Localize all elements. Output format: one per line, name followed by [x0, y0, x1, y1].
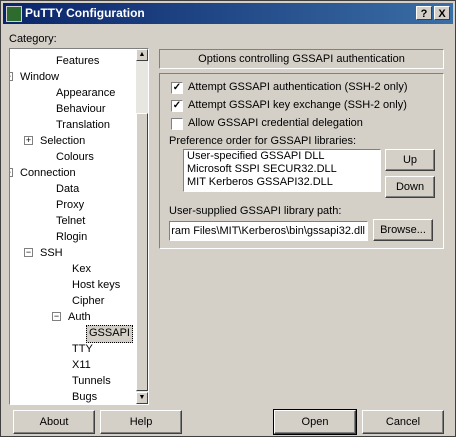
tree-item-auth[interactable]: Auth — [66, 309, 93, 325]
category-tree[interactable]: Features−WindowAppearanceBehaviourTransl… — [9, 48, 149, 405]
category-label: Category: — [9, 33, 57, 45]
library-path-label: User-supplied GSSAPI library path: — [169, 205, 342, 217]
tree-item-data[interactable]: Data — [54, 181, 81, 197]
browse-button[interactable]: Browse... — [373, 219, 433, 241]
library-path-value: ram Files\MIT\Kerberos\bin\gssapi32.dll — [171, 225, 365, 237]
scroll-down-arrow-icon[interactable]: ▼ — [136, 392, 148, 404]
down-button[interactable]: Down — [385, 176, 435, 198]
tree-item-ssh[interactable]: SSH — [38, 245, 65, 261]
scroll-up-arrow-icon[interactable]: ▲ — [136, 49, 148, 61]
tree-item-kex[interactable]: Kex — [70, 261, 93, 277]
tree-collapse-icon[interactable]: − — [52, 312, 61, 321]
up-button[interactable]: Up — [385, 149, 435, 171]
checkbox-credential-delegation-label[interactable]: Allow GSSAPI credential delegation — [188, 117, 363, 129]
help-title-button[interactable]: ? — [416, 6, 432, 20]
tree-item-window[interactable]: Window — [18, 69, 61, 85]
tree-item-host-keys[interactable]: Host keys — [70, 277, 122, 293]
about-button[interactable]: About — [13, 410, 95, 434]
checkbox-gssapi-auth-label[interactable]: Attempt GSSAPI authentication (SSH-2 onl… — [188, 81, 408, 93]
scroll-thumb[interactable] — [136, 113, 148, 391]
library-order-list[interactable]: User-specified GSSAPI DLL Microsoft SSPI… — [183, 149, 381, 192]
preference-order-label: Preference order for GSSAPI libraries: — [169, 135, 357, 147]
tree-item-tty[interactable]: TTY — [70, 341, 95, 357]
tree-item-appearance[interactable]: Appearance — [54, 85, 117, 101]
help-button[interactable]: Help — [100, 410, 182, 434]
list-item[interactable]: Microsoft SSPI SECUR32.DLL — [184, 163, 380, 176]
open-button[interactable]: Open — [273, 409, 357, 435]
tree-item-tunnels[interactable]: Tunnels — [70, 373, 113, 389]
tree-item-translation[interactable]: Translation — [54, 117, 112, 133]
checkbox-gssapi-kex[interactable]: ✓ — [171, 100, 183, 112]
list-item[interactable]: MIT Kerberos GSSAPI32.DLL — [184, 176, 380, 189]
tree-collapse-icon[interactable]: − — [10, 72, 13, 81]
checkbox-gssapi-auth[interactable]: ✓ — [171, 82, 183, 94]
tree-item-features[interactable]: Features — [54, 53, 101, 69]
tree-collapse-icon[interactable]: − — [24, 248, 33, 257]
tree-item-behaviour[interactable]: Behaviour — [54, 101, 108, 117]
library-path-input[interactable]: ram Files\MIT\Kerberos\bin\gssapi32.dll — [169, 221, 368, 241]
panel-header: Options controlling GSSAPI authenticatio… — [159, 49, 444, 69]
putty-config-window: PuTTY Configuration ? X Category: Featur… — [0, 0, 456, 437]
tree-item-connection[interactable]: Connection — [18, 165, 78, 181]
checkbox-gssapi-kex-label[interactable]: Attempt GSSAPI key exchange (SSH-2 only) — [188, 99, 407, 111]
window-title: PuTTY Configuration — [25, 6, 145, 20]
tree-item-selection[interactable]: Selection — [38, 133, 87, 149]
tree-item-proxy[interactable]: Proxy — [54, 197, 86, 213]
tree-item-x11[interactable]: X11 — [70, 357, 93, 373]
background-window-bottom — [0, 437, 464, 445]
checkbox-credential-delegation[interactable] — [171, 118, 183, 130]
close-title-button[interactable]: X — [434, 6, 450, 20]
tree-item-colours[interactable]: Colours — [54, 149, 96, 165]
putty-app-icon — [6, 6, 22, 22]
cancel-button[interactable]: Cancel — [362, 410, 444, 434]
list-item[interactable]: User-specified GSSAPI DLL — [184, 150, 380, 163]
tree-expand-icon[interactable]: + — [24, 136, 33, 145]
tree-item-telnet[interactable]: Telnet — [54, 213, 87, 229]
tree-item-cipher[interactable]: Cipher — [70, 293, 106, 309]
tree-item-bugs[interactable]: Bugs — [70, 389, 99, 404]
tree-scrollbar[interactable]: ▲ ▼ — [136, 49, 148, 404]
title-bar[interactable]: PuTTY Configuration ? X — [3, 3, 453, 24]
background-window-edge — [456, 0, 464, 445]
tree-collapse-icon[interactable]: − — [10, 168, 13, 177]
tree-item-rlogin[interactable]: Rlogin — [54, 229, 89, 245]
